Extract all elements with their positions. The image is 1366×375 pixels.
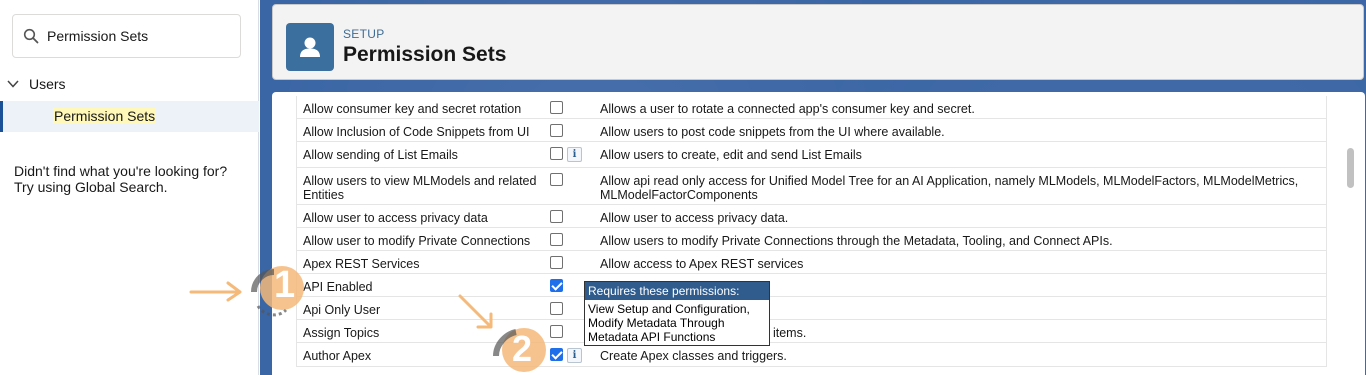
tooltip-line: Modify Metadata Through — [588, 316, 725, 330]
permission-row: Allow consumer key and secret rotation Al… — [297, 96, 1326, 119]
user-icon — [286, 23, 334, 71]
setup-sidebar: Users Permission Sets Didn't find what y… — [0, 0, 259, 375]
breadcrumb: SETUP — [343, 27, 385, 41]
permission-description: Create Apex classes and triggers. — [600, 349, 787, 363]
permission-row: Allow user to modify Private Connections… — [297, 228, 1326, 251]
annotation-badge-2: 2 — [488, 320, 550, 375]
tooltip-line: View Setup and Configuration, — [588, 302, 750, 316]
permission-row: Api Only Userough a Salesforce.com API. — [297, 297, 1326, 320]
permission-row: Allow sending of List Emails i Allow users… — [297, 142, 1326, 168]
search-icon — [23, 28, 39, 44]
permission-description: Allow users to create, edit and send Lis… — [600, 148, 862, 162]
required-permissions-tooltip: Requires these permissions: View Setup a… — [584, 281, 770, 346]
permission-checkbox[interactable] — [550, 302, 563, 315]
tree-node-users[interactable]: Users — [6, 76, 66, 92]
permission-checkbox[interactable] — [550, 256, 563, 269]
permission-checkbox[interactable] — [550, 101, 563, 114]
info-icon[interactable]: i — [567, 348, 582, 363]
page-title: Permission Sets — [343, 43, 507, 66]
chevron-down-icon[interactable] — [6, 77, 20, 91]
help-text-line1: Didn't find what you're looking for? — [14, 163, 228, 179]
permission-row: Allow Inclusion of Code Snippets from UI… — [297, 119, 1326, 142]
help-text-line2: Try using Global Search. — [14, 179, 168, 195]
tree-node-permission-sets-label[interactable]: Permission Sets — [53, 108, 157, 124]
permission-checkbox[interactable] — [550, 279, 563, 292]
permission-row: Apex REST Services Allow access to Apex R… — [297, 251, 1326, 274]
search-help-text: Didn't find what you're looking for? Try… — [14, 163, 227, 195]
permission-description: Allow users to post code snippets from t… — [600, 125, 945, 139]
scrollbar[interactable] — [1345, 92, 1357, 375]
permission-description: Allow api read only access for Unified M… — [600, 174, 1299, 202]
system-permissions-table: Allow consumer key and secret rotation Al… — [296, 96, 1327, 367]
permission-row: API Enabled. — [297, 274, 1326, 297]
annotation-badge-1: 1 — [244, 258, 306, 322]
permission-description: Allow user to access privacy data. — [600, 211, 789, 225]
permission-name: Allow user to access privacy data — [303, 211, 488, 225]
permission-row: Allow users to view MLModels and related… — [297, 168, 1326, 205]
permission-name: API Enabled — [303, 280, 373, 294]
quick-find-box[interactable] — [12, 14, 241, 58]
tooltip-body: View Setup and Configuration, Modify Met… — [585, 300, 769, 346]
permission-description: Allow users to modify Private Connection… — [600, 234, 1113, 248]
permission-checkbox[interactable] — [550, 124, 563, 137]
tooltip-line: Metadata API Functions — [588, 330, 716, 344]
permission-name: Api Only User — [303, 303, 381, 317]
permission-description: Allows a user to rotate a connected app'… — [600, 102, 975, 116]
tree-node-permission-sets[interactable]: Permission Sets — [0, 101, 259, 132]
permission-checkbox[interactable] — [550, 325, 563, 338]
scrollbar-thumb[interactable] — [1347, 148, 1354, 188]
quick-find-input[interactable] — [47, 28, 227, 44]
permission-checkbox[interactable] — [550, 348, 563, 361]
tree-node-users-label[interactable]: Users — [29, 76, 66, 92]
permission-row: Author Apex i Create Apex classes and trig… — [297, 343, 1326, 367]
permission-name: Allow Inclusion of Code Snippets from UI — [303, 125, 530, 139]
annotation-arrow-1 — [189, 281, 242, 302]
permission-row: Assign Topicsems. Remove topics from fee… — [297, 320, 1326, 343]
tooltip-header: Requires these permissions: — [585, 282, 769, 300]
page-header: SETUP Permission Sets — [272, 4, 1364, 80]
setup-content-area: SETUP Permission Sets Allow consumer key… — [260, 0, 1366, 375]
permission-description: Allow access to Apex REST services — [600, 257, 804, 271]
permission-checkbox[interactable] — [550, 147, 563, 160]
permissions-panel: Allow consumer key and secret rotation Al… — [272, 92, 1365, 375]
info-icon[interactable]: i — [567, 147, 582, 162]
permission-checkbox[interactable] — [550, 173, 563, 186]
permission-checkbox[interactable] — [550, 233, 563, 246]
permission-name: Apex REST Services — [303, 257, 420, 271]
permission-name: Allow sending of List Emails — [303, 148, 458, 162]
permission-row: Allow user to access privacy data Allow u… — [297, 205, 1326, 228]
annotation-badge-2-label: 2 — [512, 328, 533, 369]
permission-name: Allow users to view MLModels and related… — [303, 174, 537, 202]
permission-name: Allow user to modify Private Connections — [303, 234, 531, 248]
permission-name: Allow consumer key and secret rotation — [303, 102, 522, 116]
permission-checkbox[interactable] — [550, 210, 563, 223]
annotation-badge-1-label: 1 — [274, 264, 296, 306]
